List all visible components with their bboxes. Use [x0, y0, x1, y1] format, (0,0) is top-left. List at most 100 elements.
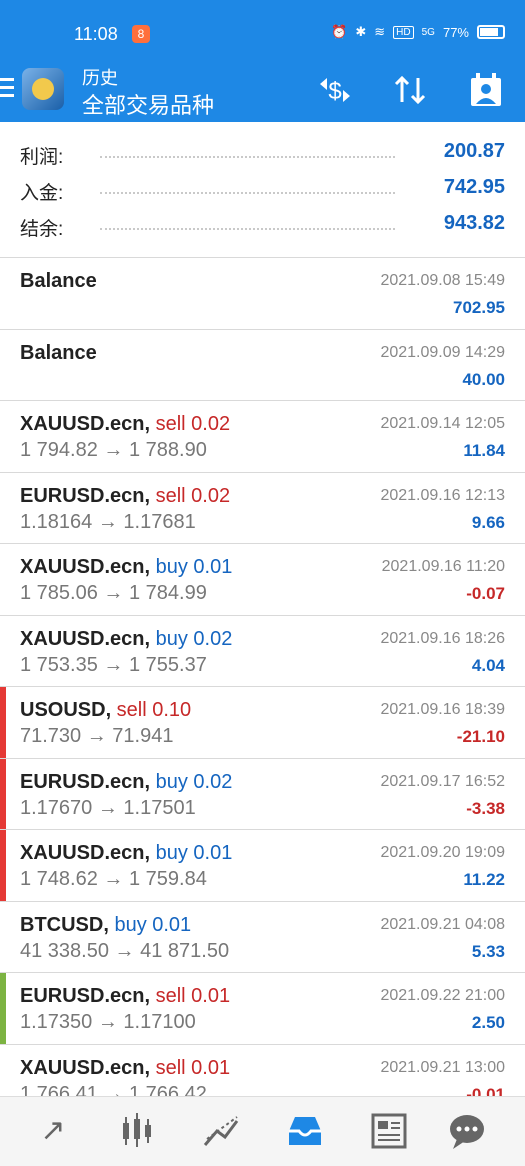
row-indicator-bar — [0, 687, 6, 758]
trade-direction: buy 0.01 — [108, 913, 192, 936]
row-symbol: EURUSD.ecn, buy 0.02 — [20, 771, 232, 794]
row-symbol: USOUSD, sell 0.10 — [20, 699, 191, 722]
svg-text:$: $ — [328, 78, 341, 105]
hd-badge: HD — [393, 25, 414, 39]
bluetooth-icon: ✱ — [355, 24, 367, 39]
history-row[interactable]: EURUSD.ecn, sell 0.02 1.18164 → 1.17681 20… — [0, 473, 525, 544]
balance-value: 943.82 — [443, 212, 505, 234]
profit-label: 利润: — [20, 147, 64, 168]
row-prices: 71.730 → 71.941 — [20, 725, 174, 747]
row-prices: 1 794.82 → 1 788.90 — [20, 439, 207, 461]
history-row[interactable]: EURUSD.ecn, buy 0.02 1.17670 → 1.17501 202… — [0, 758, 525, 830]
row-profit: 40.00 — [462, 369, 505, 389]
trade-direction: buy 0.02 — [150, 770, 233, 793]
history-row[interactable]: USOUSD, sell 0.10 71.730 → 71.941 2021.09.… — [0, 687, 525, 759]
app-logo — [22, 68, 64, 110]
calendar-person-icon[interactable] — [466, 70, 506, 110]
row-prices: 1 748.62 → 1 759.84 — [20, 868, 207, 890]
symbol-name: USOUSD, — [20, 699, 112, 721]
summary-balance-row: 结余: 943.82 — [20, 208, 505, 244]
chart-candles-icon[interactable] — [112, 1109, 162, 1153]
page-title[interactable]: 全部交易品种 — [82, 88, 214, 120]
row-profit: 2.50 — [471, 1013, 505, 1032]
symbol-name: XAUUSD.ecn, — [20, 1056, 151, 1079]
row-profit: -21.10 — [456, 727, 505, 746]
symbol-name: XAUUSD.ecn, — [20, 842, 151, 864]
row-date: 2021.09.08 15:49 — [380, 272, 505, 289]
app-bar: 历史 全部交易品种 $ — [0, 62, 525, 122]
symbol-name: XAUUSD.ecn, — [20, 556, 151, 578]
row-date: 2021.09.16 18:26 — [380, 629, 505, 647]
bottom-tab-bar: ↗ — [0, 1096, 525, 1166]
chat-icon[interactable] — [442, 1109, 492, 1153]
row-profit: -3.38 — [466, 798, 505, 818]
status-time: 11:08 — [74, 24, 118, 44]
trade-direction: sell 0.01 — [150, 1056, 231, 1079]
symbol-name: Balance — [20, 270, 97, 292]
symbol-name: EURUSD.ecn, — [20, 484, 151, 507]
history-row[interactable]: EURUSD.ecn, sell 0.01 1.17350 → 1.17100 20… — [0, 973, 525, 1045]
row-profit: 9.66 — [471, 512, 505, 532]
row-date: 2021.09.21 13:00 — [380, 1058, 505, 1076]
summary-profit-row: 利润: 200.87 — [20, 136, 505, 172]
trade-direction: buy 0.02 — [150, 627, 233, 650]
history-row[interactable]: Balance 2021.09.09 14:29 40.00 — [0, 330, 525, 401]
row-symbol: XAUUSD.ecn, sell 0.02 — [20, 413, 230, 436]
row-date: 2021.09.20 19:09 — [380, 844, 505, 861]
status-bar: 11:08 8 ⏰ ✱ ≋ HD 5G 77% — [0, 0, 525, 62]
row-profit: -0.07 — [466, 584, 505, 603]
row-symbol: XAUUSD.ecn, buy 0.01 — [20, 842, 232, 865]
row-date: 2021.09.09 14:29 — [380, 343, 505, 361]
page-subtitle: 历史 — [82, 68, 118, 88]
history-row[interactable]: XAUUSD.ecn, sell 0.02 1 794.82 → 1 788.90… — [0, 401, 525, 473]
row-prices: 1.17350 → 1.17100 — [20, 1011, 196, 1033]
dollar-swap-icon[interactable]: $ — [315, 70, 355, 110]
summary-panel: 利润: 200.87 入金: 742.95 结余: 943.82 — [0, 122, 525, 258]
news-icon[interactable] — [364, 1109, 414, 1153]
row-prices: 1.17670 → 1.17501 — [20, 796, 196, 819]
row-symbol: EURUSD.ecn, sell 0.02 — [20, 485, 230, 508]
balance-label: 结余: — [20, 219, 64, 240]
row-profit: 702.95 — [453, 298, 505, 317]
row-symbol: XAUUSD.ecn, buy 0.01 — [20, 556, 232, 579]
row-prices: 1.18164 → 1.17681 — [20, 510, 196, 533]
row-profit: 11.84 — [463, 441, 505, 460]
row-date: 2021.09.21 04:08 — [380, 915, 505, 933]
row-date: 2021.09.16 11:20 — [381, 558, 505, 575]
symbol-name: EURUSD.ecn, — [20, 985, 151, 1007]
notification-icon: 8 — [132, 25, 150, 43]
sort-icon[interactable] — [390, 70, 430, 110]
history-row[interactable]: XAUUSD.ecn, buy 0.02 1 753.35 → 1 755.37 2… — [0, 616, 525, 687]
row-date: 2021.09.16 18:39 — [380, 701, 505, 718]
trade-icon[interactable] — [196, 1109, 246, 1153]
history-row[interactable]: XAUUSD.ecn, buy 0.01 1 748.62 → 1 759.84 2… — [0, 830, 525, 902]
row-profit: 5.33 — [471, 941, 505, 961]
row-profit: 11.22 — [463, 870, 505, 889]
row-symbol: Balance — [20, 270, 97, 293]
row-date: 2021.09.22 21:00 — [380, 987, 505, 1004]
trade-direction: sell 0.10 — [111, 699, 192, 721]
row-symbol: Balance — [20, 342, 97, 365]
battery-percent: 77% — [442, 24, 469, 40]
menu-icon[interactable] — [0, 78, 16, 100]
symbol-name: XAUUSD.ecn, — [20, 413, 151, 435]
quotes-icon[interactable]: ↗ — [28, 1109, 78, 1153]
summary-deposit-row: 入金: 742.95 — [20, 172, 505, 208]
symbol-name: XAUUSD.ecn, — [20, 627, 151, 650]
profit-value: 200.87 — [443, 140, 505, 162]
row-indicator-bar — [0, 830, 6, 901]
row-symbol: XAUUSD.ecn, sell 0.01 — [20, 1057, 230, 1080]
trade-direction: sell 0.01 — [150, 985, 231, 1007]
history-row[interactable]: XAUUSD.ecn, buy 0.01 1 785.06 → 1 784.99 2… — [0, 544, 525, 616]
history-icon[interactable] — [280, 1109, 330, 1153]
row-date: 2021.09.16 12:13 — [380, 486, 505, 504]
history-row[interactable]: BTCUSD, buy 0.01 41 338.50 → 41 871.50 202… — [0, 902, 525, 973]
symbol-name: Balance — [20, 341, 97, 364]
signal-icon: 5G — [421, 26, 435, 38]
row-symbol: EURUSD.ecn, sell 0.01 — [20, 985, 230, 1008]
row-symbol: XAUUSD.ecn, buy 0.02 — [20, 628, 232, 651]
wifi-icon: ≋ — [374, 24, 386, 39]
history-row[interactable]: Balance 2021.09.08 15:49 702.95 — [0, 258, 525, 330]
trade-direction: buy 0.01 — [150, 842, 233, 864]
status-icons: ⏰ ✱ ≋ HD 5G 77% — [331, 24, 505, 40]
